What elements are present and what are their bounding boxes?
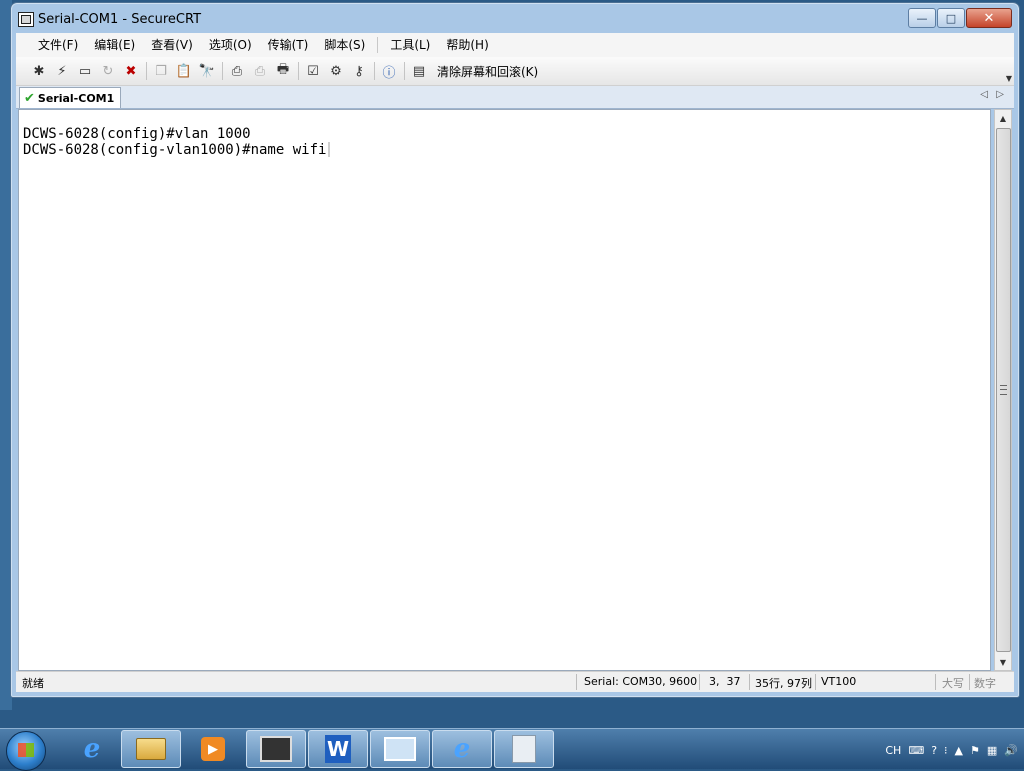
status-cursor-position: 3, 37 [709, 675, 741, 688]
keyboard-icon[interactable]: ⌨ [908, 744, 924, 757]
language-indicator[interactable]: CH [885, 744, 901, 757]
connect-icon[interactable]: ✱ [30, 62, 48, 80]
terminal-line-current: DCWS-6028(config-vlan1000)#name wifi [23, 142, 331, 158]
window-controls: — □ ✕ [907, 8, 1012, 28]
scrollbar-thumb[interactable] [996, 128, 1011, 652]
terminal-line-text: DCWS-6028(config-vlan1000)#name wifi [23, 142, 327, 158]
status-divider [699, 674, 700, 690]
internet-explorer-icon[interactable]: e [62, 730, 122, 768]
status-num-lock: 数字 [974, 677, 996, 690]
tab-bar: ✔ Serial-COM1 ◁ ▷ [16, 86, 1014, 109]
menu-help[interactable]: 帮助(H) [438, 35, 496, 55]
volume-icon[interactable]: 🔊 [1004, 744, 1018, 757]
vertical-scrollbar[interactable]: ▲ ▼ [994, 109, 1012, 671]
taskbar: e ▶ W e CH ⌨ ? ⁝ ▲ ⚑ ▦ 🔊 [0, 728, 1024, 771]
reconnect-icon[interactable]: ↻ [99, 62, 117, 80]
toolbar-overflow-icon[interactable]: ▼ [1006, 74, 1012, 83]
menu-view[interactable]: 查看(V) [143, 35, 201, 55]
menu-divider [377, 37, 379, 53]
connect-tab-icon[interactable]: ▭ [76, 62, 94, 80]
global-options-icon[interactable]: ⚙ [327, 62, 345, 80]
terminal-line: DCWS-6028(config)#vlan 1000 [23, 126, 251, 142]
window-title: Serial-COM1 - SecureCRT [38, 12, 202, 27]
status-divider [576, 674, 577, 690]
file-explorer-icon[interactable] [121, 730, 181, 768]
securecrt-icon[interactable] [246, 730, 306, 768]
action-center-flag-icon[interactable]: ⚑ [970, 744, 980, 757]
disconnect-icon[interactable]: ✖ [122, 62, 140, 80]
connected-check-icon: ✔ [24, 90, 35, 106]
status-emulation: VT100 [821, 675, 857, 688]
find-icon[interactable]: 🔭 [198, 62, 216, 80]
scroll-down-icon[interactable]: ▼ [995, 654, 1011, 670]
securecrt-window: Serial-COM1 - SecureCRT — □ ✕ 文件(F) 编辑(E… [10, 2, 1020, 698]
tab-scroll-right-icon[interactable]: ▷ [996, 89, 1004, 100]
tab-scroll-left-icon[interactable]: ◁ [980, 89, 988, 100]
network-icon[interactable]: ▦ [987, 744, 997, 757]
status-bar: 就绪 Serial: COM30, 9600 3, 37 35行, 97列 VT… [16, 671, 1014, 692]
print-screen-icon[interactable]: ⎙ [228, 62, 246, 80]
menu-script[interactable]: 脚本(S) [316, 35, 373, 55]
quick-connect-icon[interactable]: ⚡ [53, 62, 71, 80]
close-button[interactable]: ✕ [966, 8, 1012, 28]
app-icon[interactable] [18, 12, 34, 27]
status-caps-lock: 大写 [942, 677, 964, 690]
status-divider [749, 674, 750, 690]
paste-icon[interactable]: 📋 [175, 62, 193, 80]
menu-file[interactable]: 文件(F) [30, 35, 86, 55]
menu-bar: 文件(F) 编辑(E) 查看(V) 选项(O) 传输(T) 脚本(S) 工具(L… [16, 33, 1014, 57]
terminal-area[interactable]: DCWS-6028(config)#vlan 1000 DCWS-6028(co… [18, 109, 991, 671]
toolbar-divider [146, 62, 147, 80]
copy-icon[interactable]: ❐ [152, 62, 170, 80]
keymap-icon[interactable]: ⚷ [350, 62, 368, 80]
start-button[interactable] [6, 731, 46, 771]
help-icon[interactable]: ? [931, 744, 937, 757]
status-divider [935, 674, 936, 690]
status-divider [969, 674, 970, 690]
document-icon[interactable] [494, 730, 554, 768]
menu-transfer[interactable]: 传输(T) [260, 35, 317, 55]
menu-tools[interactable]: 工具(L) [382, 35, 438, 55]
session-options-icon[interactable]: ☑ [304, 62, 322, 80]
system-tray: CH ⌨ ? ⁝ ▲ ⚑ ▦ 🔊 [885, 739, 1018, 761]
print-icon[interactable]: 🖶 [274, 62, 292, 80]
clear-screen-button[interactable]: 清除屏幕和回滚(K) [437, 63, 538, 80]
help-icon[interactable]: ⓘ [380, 62, 398, 81]
tab-serial-com1[interactable]: ✔ Serial-COM1 [19, 87, 122, 108]
toolbar-divider [298, 62, 299, 80]
ime-options-icon[interactable]: ⁝ [944, 744, 948, 757]
remote-desktop-icon[interactable] [370, 730, 430, 768]
title-bar[interactable]: Serial-COM1 - SecureCRT — □ ✕ [11, 3, 1019, 33]
toolbar: ✱ ⚡ ▭ ↻ ✖ ❐ 📋 🔭 ⎙ ⎙ 🖶 ☑ ⚙ ⚷ ⓘ ▤ 清除屏幕和回滚(… [16, 57, 1014, 86]
status-ready: 就绪 [22, 677, 44, 690]
menu-options[interactable]: 选项(O) [201, 35, 260, 55]
maximize-button[interactable]: □ [937, 8, 965, 28]
wps-writer-icon[interactable]: W [308, 730, 368, 768]
scrollbar-grip-icon [1000, 385, 1007, 395]
tab-label: Serial-COM1 [37, 91, 115, 105]
show-hidden-icons-icon[interactable]: ▲ [955, 744, 963, 757]
status-connection: Serial: COM30, 9600 [584, 675, 698, 688]
minimize-button[interactable]: — [908, 8, 936, 28]
status-screen-size: 35行, 97列 [755, 677, 812, 690]
internet-explorer-icon[interactable]: e [432, 730, 492, 768]
toolbar-divider [374, 62, 375, 80]
clear-screen-icon[interactable]: ▤ [410, 62, 428, 80]
print-selection-icon[interactable]: ⎙ [251, 62, 269, 80]
scroll-up-icon[interactable]: ▲ [995, 110, 1011, 126]
status-divider [815, 674, 816, 690]
toolbar-divider [222, 62, 223, 80]
menu-edit[interactable]: 编辑(E) [86, 35, 143, 55]
media-player-icon[interactable]: ▶ [183, 730, 243, 768]
toolbar-divider [404, 62, 405, 80]
text-cursor [328, 142, 331, 157]
